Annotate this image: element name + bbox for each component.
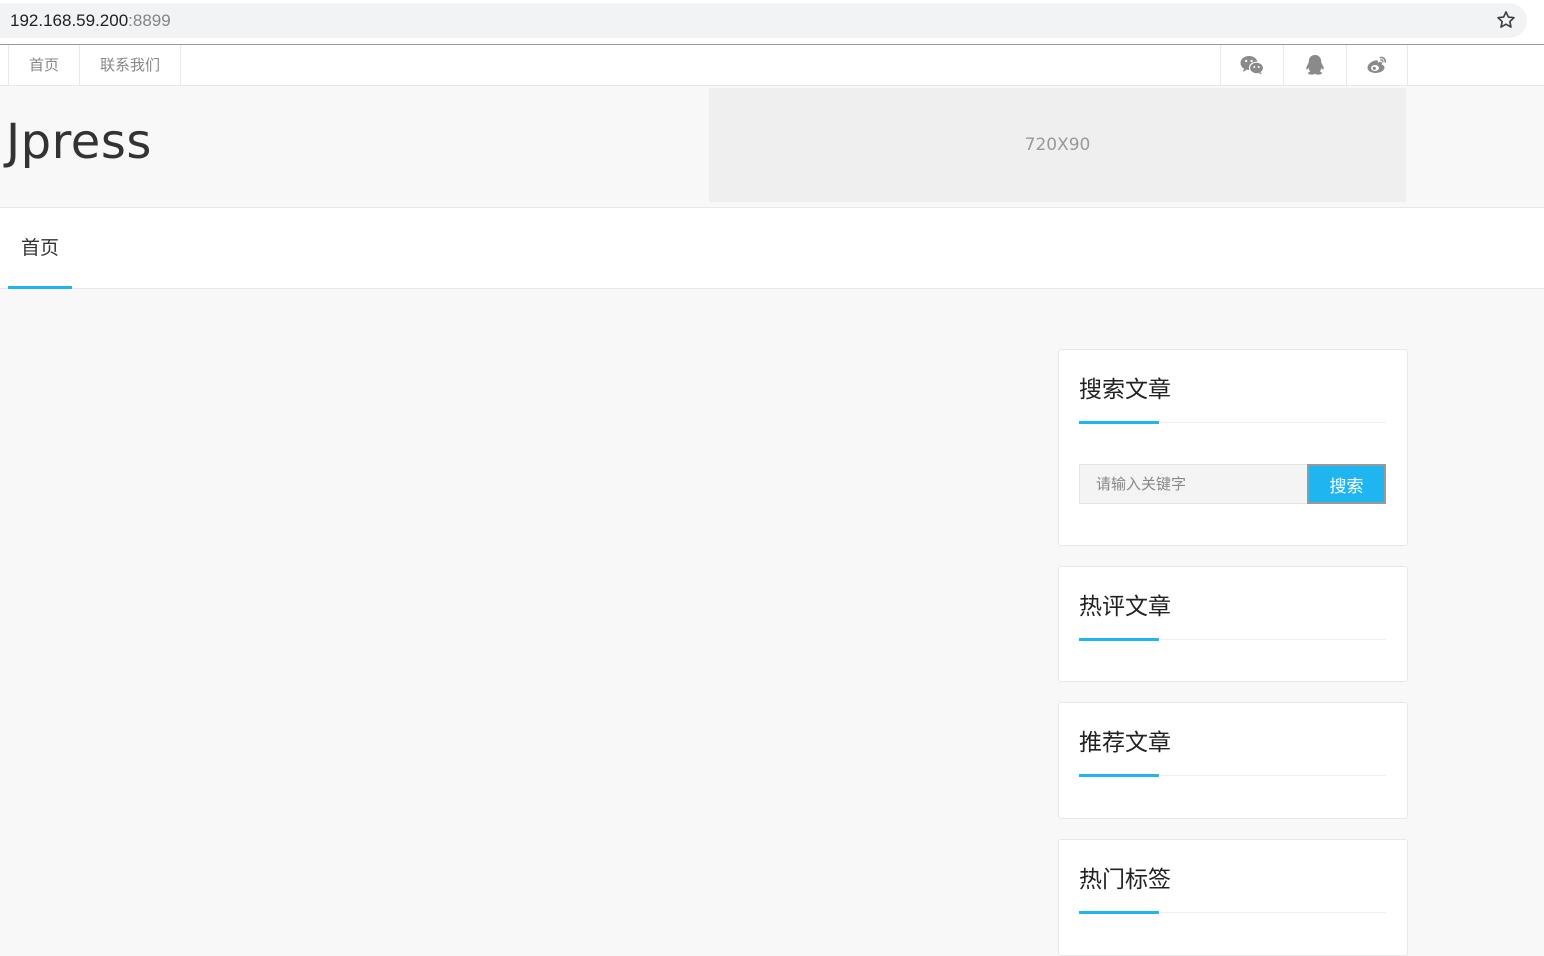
site-header: Jpress 720X90 bbox=[0, 86, 1544, 208]
widget-title-search: 搜索文章 bbox=[1079, 377, 1171, 403]
url-host: 192.168.59.200 bbox=[10, 11, 129, 30]
address-bar[interactable]: 192.168.59.200:8899 bbox=[0, 3, 1527, 38]
widget-accent-bar bbox=[1079, 421, 1159, 424]
social-weibo[interactable] bbox=[1346, 45, 1408, 85]
widget-title-hot-comment: 热评文章 bbox=[1079, 594, 1171, 620]
top-link-contact[interactable]: 联系我们 bbox=[79, 45, 182, 85]
widget-accent-bar bbox=[1079, 638, 1159, 641]
search-input[interactable] bbox=[1079, 464, 1307, 504]
top-bar: 首页 联系我们 bbox=[0, 45, 1544, 86]
widget-title-hot-tags: 热门标签 bbox=[1079, 867, 1171, 893]
social-qq[interactable] bbox=[1283, 45, 1346, 85]
weibo-icon bbox=[1367, 56, 1387, 73]
main-nav: 首页 bbox=[0, 208, 1544, 289]
social-wechat[interactable] bbox=[1220, 45, 1283, 85]
hot-tags-widget: 热门标签 bbox=[1058, 839, 1408, 956]
widget-accent-bar bbox=[1079, 774, 1159, 777]
social-links bbox=[1220, 45, 1408, 85]
nav-item-home[interactable]: 首页 bbox=[8, 208, 72, 289]
qq-icon bbox=[1306, 55, 1324, 75]
widget-title-recommend: 推荐文章 bbox=[1079, 730, 1171, 756]
top-link-home[interactable]: 首页 bbox=[8, 45, 79, 85]
recommend-widget: 推荐文章 bbox=[1058, 702, 1408, 819]
star-icon[interactable] bbox=[1495, 9, 1517, 31]
search-button[interactable]: 搜索 bbox=[1307, 464, 1386, 504]
search-widget: 搜索文章 搜索 bbox=[1058, 349, 1408, 546]
widget-accent-bar bbox=[1079, 911, 1159, 914]
address-url[interactable]: 192.168.59.200:8899 bbox=[10, 3, 171, 38]
browser-chrome: 192.168.59.200:8899 bbox=[0, 0, 1544, 45]
site-logo[interactable]: Jpress bbox=[6, 114, 152, 170]
hot-comment-widget: 热评文章 bbox=[1058, 566, 1408, 682]
wechat-icon bbox=[1240, 56, 1264, 75]
ad-banner-placeholder[interactable]: 720X90 bbox=[709, 88, 1406, 202]
top-links: 首页 联系我们 bbox=[8, 45, 182, 85]
url-port: :8899 bbox=[128, 11, 171, 30]
